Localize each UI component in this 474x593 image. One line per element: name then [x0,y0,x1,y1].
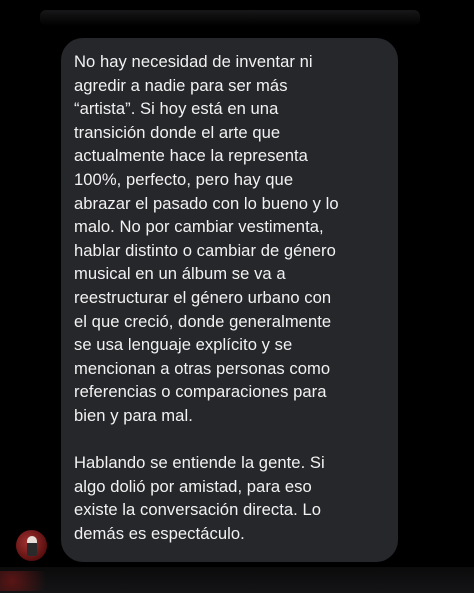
message-paragraph-2: Hablando se entiende la gente. Si algo d… [74,453,325,543]
sender-avatar[interactable] [16,530,47,561]
previous-message-edge [40,10,420,26]
message-paragraph-1: No hay necesidad de inventar ni agredir … [74,52,339,425]
chat-screen: No hay necesidad de inventar ni agredir … [0,0,474,593]
avatar-edge-glow [0,571,60,591]
avatar-figure [27,536,37,556]
message-bubble[interactable]: No hay necesidad de inventar ni agredir … [61,38,398,562]
next-message-edge [0,567,474,593]
